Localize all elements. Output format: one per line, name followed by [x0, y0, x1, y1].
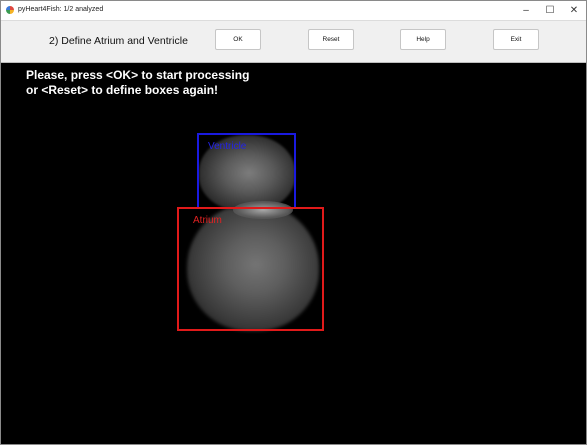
app-logo-icon [6, 6, 14, 14]
toolbar: 2) Define Atrium and Ventricle OK Reset … [1, 21, 586, 63]
title-bar[interactable]: pyHeart4Fish: 1/2 analyzed – ☐ ✕ [1, 1, 586, 21]
instruction-line-2: or <Reset> to define boxes again! [26, 83, 219, 97]
app-window: pyHeart4Fish: 1/2 analyzed – ☐ ✕ 2) Defi… [0, 0, 587, 445]
step-title: 2) Define Atrium and Ventricle [49, 35, 188, 47]
close-button[interactable]: ✕ [562, 1, 586, 20]
image-canvas[interactable]: Please, press <OK> to start processing o… [1, 63, 586, 444]
ok-button[interactable]: OK [215, 29, 261, 50]
maximize-button[interactable]: ☐ [538, 1, 562, 20]
ventricle-label: Ventricle [208, 141, 247, 152]
help-button[interactable]: Help [400, 29, 446, 50]
minimize-button[interactable]: – [514, 1, 538, 20]
exit-button[interactable]: Exit [493, 29, 539, 50]
instruction-text: Please, press <OK> to start processing o… [26, 68, 249, 98]
instruction-line-1: Please, press <OK> to start processing [26, 68, 250, 82]
atrium-label: Atrium [193, 215, 222, 226]
window-title: pyHeart4Fish: 1/2 analyzed [18, 6, 104, 13]
reset-button[interactable]: Reset [308, 29, 354, 50]
